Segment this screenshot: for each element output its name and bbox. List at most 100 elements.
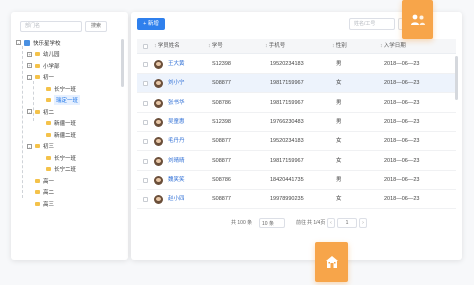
- table-row[interactable]: 刘晴晴 S08877 19817159967 女 2018—06—23: [137, 152, 456, 171]
- cell-date: 2018—06—23: [384, 138, 420, 145]
- row-checkbox[interactable]: [143, 139, 148, 145]
- folder-icon: [35, 109, 40, 114]
- page-input[interactable]: 1: [337, 218, 357, 228]
- cell-name[interactable]: 刘晴晴: [168, 152, 185, 170]
- sort-icon: ↕: [208, 43, 211, 49]
- department-search-input[interactable]: 部门名: [20, 21, 82, 32]
- column-header-date[interactable]: ↕入学日期: [380, 39, 406, 54]
- add-button[interactable]: + 新增: [137, 18, 165, 30]
- tree-node[interactable]: 长宁二班: [46, 164, 76, 175]
- tree-node[interactable]: - 初三: [27, 141, 54, 152]
- page-size-select[interactable]: 10 条: [259, 218, 285, 228]
- collapse-icon[interactable]: -: [27, 74, 32, 80]
- cell-date: 2018—06—23: [384, 80, 420, 87]
- avatar: [154, 98, 163, 108]
- cell-date: 2018—06—23: [384, 118, 420, 125]
- column-header-name[interactable]: ↕学员姓名: [154, 39, 180, 54]
- building-badge: [315, 242, 348, 282]
- folder-icon: [46, 98, 51, 102]
- tree-node[interactable]: 高一: [35, 175, 54, 186]
- tree-node[interactable]: 瑞定一班: [46, 95, 81, 106]
- tree-node[interactable]: 长宁一班: [46, 152, 76, 163]
- tree-node[interactable]: - 初二: [27, 106, 54, 117]
- avatar: [154, 195, 163, 205]
- tree-node-label: 长宁一班: [54, 86, 77, 93]
- folder-icon: [35, 63, 40, 68]
- column-label: 手机号: [268, 43, 286, 49]
- cell-gender: 女: [336, 157, 342, 164]
- tree-node[interactable]: 高三: [35, 198, 54, 209]
- column-header-phone[interactable]: ↕手机号: [265, 39, 285, 54]
- cell-phone: 18420441735: [270, 176, 304, 183]
- department-panel: 部门名 搜索 - 快乐星学校 + 幼儿园 + 小学部 - 初一 长宁一班 瑞定一班 - 初二 新疆一班新…: [11, 12, 128, 260]
- folder-icon: [35, 190, 40, 194]
- department-search-button[interactable]: 搜索: [85, 21, 107, 32]
- student-panel: + 新增 姓名/工号 搜索 ↕学员姓名 ↕学号 ↕手机号 ↕性别 ↕入学日期 王…: [131, 12, 462, 260]
- tree-node[interactable]: - 初一: [27, 72, 54, 83]
- folder-icon: [24, 39, 30, 46]
- table-row[interactable]: 张书华 S08786 19817159967 男 2018—06—23: [137, 94, 456, 113]
- cell-id: S08877: [212, 196, 231, 203]
- cell-id: S08877: [212, 157, 231, 164]
- sort-icon: ↕: [332, 43, 335, 49]
- tree-node[interactable]: 高二: [35, 187, 54, 198]
- column-label: 入学日期: [383, 43, 406, 49]
- cell-gender: 男: [336, 176, 342, 183]
- cell-name[interactable]: 王大黄: [168, 55, 185, 73]
- name-search-input[interactable]: 姓名/工号: [349, 18, 395, 30]
- avatar: [154, 117, 163, 127]
- avatar: [154, 79, 163, 89]
- row-checkbox[interactable]: [143, 81, 148, 87]
- cell-name[interactable]: 赵小四: [168, 190, 185, 208]
- tree-node-label: 瑞定一班: [54, 95, 81, 105]
- tree-node-label: 初三: [43, 144, 55, 150]
- row-checkbox[interactable]: [143, 177, 148, 183]
- table-row[interactable]: 王大黄 S12398 19520234183 男 2018—06—23: [137, 55, 456, 74]
- cell-gender: 女: [336, 196, 342, 203]
- tree-node[interactable]: + 幼儿园: [27, 49, 60, 60]
- tree-node[interactable]: 新疆二班: [46, 129, 76, 140]
- table-row[interactable]: 毛丹丹 S08877 19520234183 女 2018—06—23: [137, 132, 456, 152]
- row-checkbox[interactable]: [143, 119, 148, 125]
- select-all-checkbox[interactable]: [143, 44, 148, 49]
- next-page-button[interactable]: ›: [359, 218, 367, 228]
- row-checkbox[interactable]: [143, 100, 148, 106]
- cell-phone: 19520234183: [270, 61, 304, 67]
- cell-name[interactable]: 刘小宁: [168, 74, 185, 92]
- expand-icon[interactable]: +: [27, 63, 32, 68]
- expand-icon[interactable]: +: [27, 51, 32, 57]
- column-label: 性别: [335, 43, 347, 49]
- cell-gender: 女: [336, 138, 342, 145]
- table-scrollbar[interactable]: [455, 56, 458, 100]
- cell-name[interactable]: 吴童惠: [168, 113, 185, 131]
- row-checkbox[interactable]: [143, 158, 148, 164]
- tree-scrollbar[interactable]: [121, 39, 124, 87]
- tree-node-label: 初二: [43, 109, 55, 116]
- collapse-icon[interactable]: -: [16, 40, 21, 45]
- cell-id: S08877: [212, 138, 231, 145]
- cell-name[interactable]: 张书华: [168, 94, 185, 112]
- table-row[interactable]: 刘小宁 S08877 19817159967 女 2018—06—23: [137, 74, 456, 94]
- goto-label: 前往: [296, 220, 307, 226]
- tree-node-label: 小学部: [43, 63, 60, 70]
- table-row[interactable]: 赵小四 S08877 19978990235 女 2018—06—23: [137, 190, 456, 210]
- cell-phone: 19978990235: [270, 196, 304, 203]
- row-checkbox[interactable]: [143, 62, 148, 67]
- table-row[interactable]: 吴童惠 S12398 19766230483 男 2018—06—23: [137, 113, 456, 132]
- folder-icon: [35, 75, 40, 79]
- tree-node[interactable]: 长宁一班: [46, 83, 76, 94]
- row-checkbox[interactable]: [143, 197, 148, 203]
- table-row[interactable]: 魏笑笑 S08786 18420441735 男 2018—06—23: [137, 171, 456, 190]
- tree-node[interactable]: 新疆一班: [46, 118, 76, 129]
- cell-name[interactable]: 毛丹丹: [168, 132, 185, 150]
- collapse-icon[interactable]: -: [27, 143, 32, 149]
- column-header-gender[interactable]: ↕性别: [332, 39, 347, 54]
- tree-node[interactable]: + 小学部: [27, 60, 60, 71]
- prev-page-button[interactable]: ‹: [327, 218, 335, 228]
- collapse-icon[interactable]: -: [27, 109, 32, 114]
- cell-name[interactable]: 魏笑笑: [168, 171, 185, 189]
- column-header-id[interactable]: ↕学号: [208, 39, 223, 54]
- cell-phone: 19766230483: [270, 118, 304, 125]
- tree-node[interactable]: - 快乐星学校: [16, 37, 61, 48]
- cell-id: S12398: [212, 118, 231, 125]
